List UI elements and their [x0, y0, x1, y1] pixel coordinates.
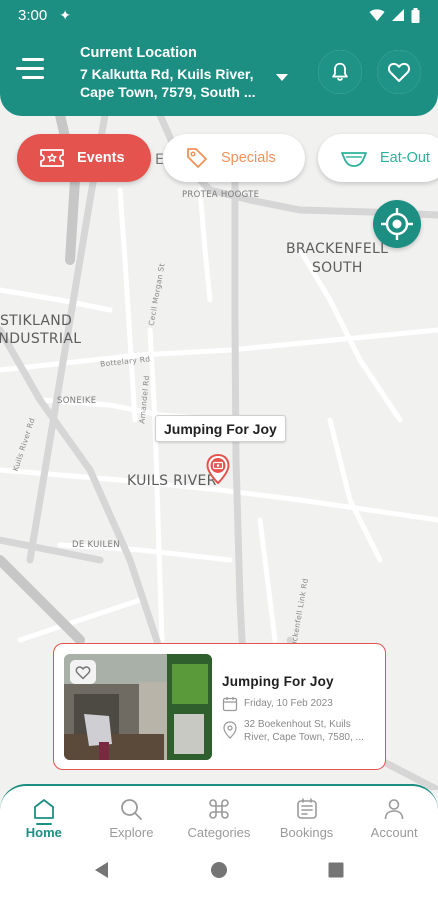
signal-icon	[392, 9, 404, 21]
map-label: DE KUILEN	[72, 540, 120, 550]
nav-label: Categories	[187, 825, 251, 840]
location-pin-icon	[223, 721, 237, 739]
app-header: Current Location 7 Kalkutta Rd, Kuils Ri…	[0, 30, 438, 116]
bookings-icon	[296, 798, 317, 819]
settings-status-icon: ✦	[59, 6, 71, 23]
ticket-icon	[40, 149, 64, 167]
nav-item-account[interactable]: Account	[350, 786, 438, 840]
calendar-icon	[222, 697, 238, 712]
map-label: SONEIKE	[57, 396, 97, 406]
nav-item-explore[interactable]: Explore	[88, 786, 176, 840]
status-bar: 3:00 ✦	[0, 0, 438, 30]
status-time: 3:00	[18, 6, 48, 24]
home-button-icon[interactable]	[210, 861, 228, 879]
nav-label: Account	[370, 825, 418, 840]
chip-label: Eat-Out	[380, 150, 430, 166]
notifications-button[interactable]	[318, 50, 362, 94]
nav-label: Bookings	[279, 825, 334, 840]
command-icon	[209, 799, 229, 819]
location-address[interactable]: 7 Kalkutta Rd, Kuils River, Cape Town, 7…	[80, 65, 276, 101]
map-label: KUILS RIVER	[127, 473, 217, 489]
map-label: BRACKENFELL	[286, 241, 389, 257]
wifi-icon	[369, 9, 385, 21]
map-label: SOUTH	[312, 260, 363, 276]
category-chip-eatout[interactable]: Eat-Out	[318, 134, 438, 182]
event-date: Friday, 10 Feb 2023	[244, 698, 333, 709]
location-title: Current Location	[80, 45, 197, 61]
back-icon[interactable]	[94, 861, 110, 879]
bell-icon	[332, 62, 348, 81]
event-address: 32 Boekenhout St, Kuils River, Cape Town…	[244, 719, 364, 743]
caret-down-icon[interactable]	[276, 74, 288, 81]
map-marker-label[interactable]: Jumping For Joy	[155, 415, 286, 442]
heart-icon	[75, 665, 91, 679]
map-label: INDUSTRIAL	[0, 331, 82, 347]
search-icon	[121, 799, 143, 820]
favorite-button[interactable]	[70, 660, 96, 684]
favorites-button[interactable]	[377, 50, 421, 94]
menu-icon[interactable]	[16, 58, 46, 84]
bottom-nav: Home Explore Categories Bookings Account	[0, 784, 438, 840]
nav-label: Explore	[109, 825, 154, 840]
home-icon	[33, 799, 54, 819]
bowl-icon	[341, 152, 367, 167]
crosshair-icon	[381, 208, 413, 240]
category-chip-specials[interactable]: Specials	[163, 134, 305, 182]
chip-label: Specials	[221, 150, 276, 166]
event-image	[64, 654, 212, 760]
system-nav-bar	[0, 840, 438, 900]
tag-icon	[187, 148, 207, 168]
event-title: Jumping For Joy	[222, 674, 334, 689]
user-icon	[384, 799, 404, 820]
nav-item-categories[interactable]: Categories	[175, 786, 263, 840]
nav-item-bookings[interactable]: Bookings	[263, 786, 351, 840]
event-card[interactable]: Jumping For Joy Friday, 10 Feb 2023 32 B…	[53, 643, 386, 770]
category-chip-events[interactable]: Events	[17, 134, 151, 182]
heart-icon	[387, 62, 411, 82]
nav-label: Home	[25, 825, 62, 840]
event-pin-icon[interactable]	[206, 454, 230, 484]
nav-item-home[interactable]: Home	[0, 786, 88, 840]
map-label: PROTEA HOOGTE	[182, 190, 260, 200]
chip-label: Events	[77, 150, 125, 166]
battery-icon	[411, 7, 420, 23]
map-label: STIKLAND	[0, 313, 73, 329]
locate-me-button[interactable]	[373, 200, 421, 248]
recents-icon[interactable]	[328, 862, 344, 878]
